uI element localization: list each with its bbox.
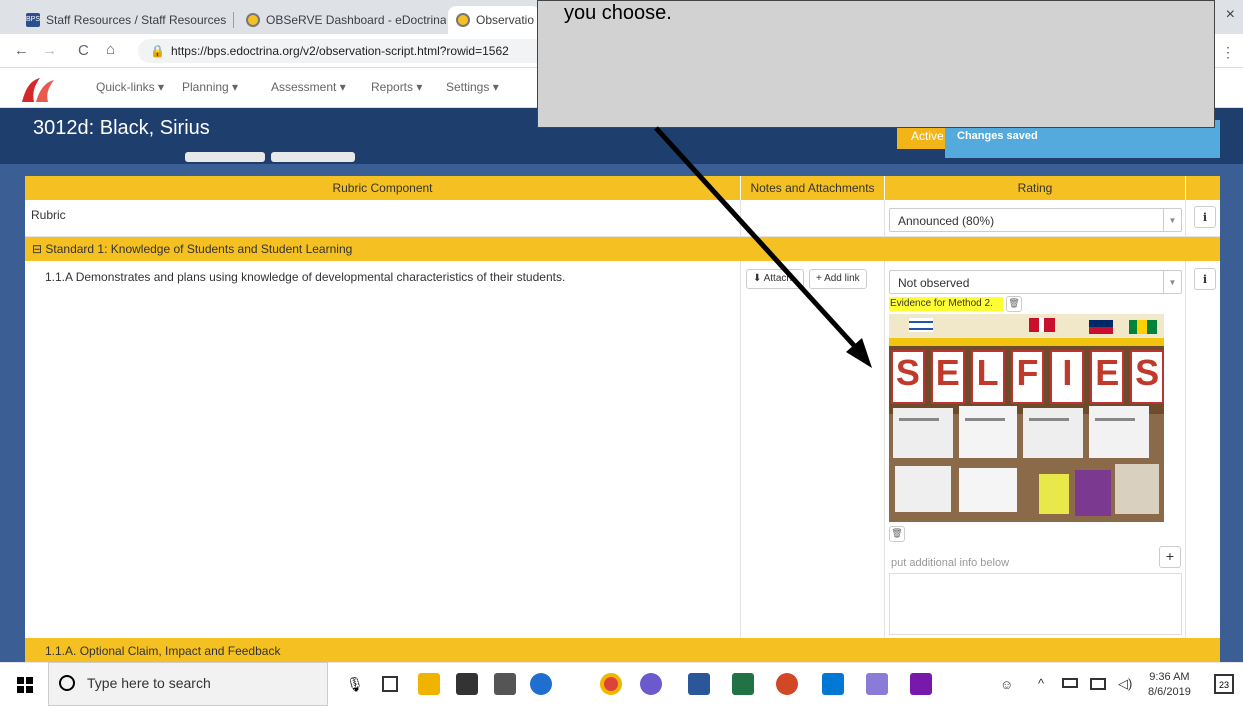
microphone-icon[interactable]: 🎙	[346, 676, 364, 693]
nav-quick-links[interactable]: Quick-links ▾	[96, 80, 164, 94]
chevron-down-icon: ▼	[1163, 209, 1181, 231]
banner-letter: S	[1130, 350, 1164, 404]
nav-planning[interactable]: Planning ▾	[182, 80, 238, 94]
edoctrina-favicon-icon	[456, 13, 470, 27]
trash-icon[interactable]: 🗑	[889, 526, 905, 542]
paint-icon[interactable]	[866, 673, 888, 695]
annotation-callout: you choose.	[537, 0, 1215, 128]
banner-letter: S	[891, 350, 925, 404]
reload-icon[interactable]: C	[78, 42, 89, 59]
onenote-icon[interactable]	[910, 673, 932, 695]
banner-letter: F	[1010, 350, 1045, 404]
network-icon[interactable]	[1090, 678, 1106, 690]
battery-icon[interactable]	[1062, 678, 1078, 688]
powerpoint-icon[interactable]	[776, 673, 798, 695]
info-button[interactable]: i	[1194, 206, 1216, 228]
rubric-label: Rubric	[31, 208, 66, 222]
search-placeholder: Type here to search	[87, 675, 211, 691]
header-button[interactable]	[271, 152, 355, 162]
evidence-label: Evidence for Method 2.	[889, 297, 1003, 311]
window-close-icon[interactable]: ×	[1226, 6, 1235, 24]
edge-icon[interactable]	[530, 673, 552, 695]
header-notes-attachments: Notes and Attachments	[741, 176, 884, 200]
header-rubric-component: Rubric Component	[25, 176, 740, 200]
callout-text: you choose.	[564, 2, 672, 24]
edoctrina-logo-icon[interactable]	[18, 76, 58, 104]
forward-icon[interactable]: →	[42, 42, 57, 59]
banner-letter: L	[970, 350, 1005, 404]
edoctrina-favicon-icon	[246, 13, 260, 27]
nav-reports[interactable]: Reports ▾	[371, 80, 422, 94]
additional-info-textarea[interactable]	[889, 573, 1182, 635]
volume-icon[interactable]: ◁)	[1118, 676, 1132, 692]
rubric-rating-select[interactable]: Announced (80%) ▼	[889, 208, 1182, 232]
selfies-banner: S E L F I E S	[889, 350, 1164, 406]
lock-icon: 🔒	[150, 44, 165, 58]
url-field[interactable]: 🔒 https://bps.edoctrina.org/v2/observatio…	[138, 39, 558, 63]
info-button[interactable]: i	[1194, 268, 1216, 290]
mail-icon[interactable]	[494, 673, 516, 695]
chevron-down-icon: ▼	[1163, 271, 1181, 293]
add-info-plus-button[interactable]: +	[1159, 546, 1181, 568]
header-button[interactable]	[185, 152, 265, 162]
attach-button[interactable]: ⬇ Attach	[746, 269, 804, 289]
additional-info-placeholder: put additional info below	[891, 557, 1010, 569]
taskbar-search-box[interactable]: Type here to search	[48, 662, 328, 706]
windows-start-icon[interactable]	[17, 677, 33, 693]
clock-time: 9:36 AM	[1149, 671, 1190, 683]
excel-icon[interactable]	[732, 673, 754, 695]
banner-letter: E	[930, 350, 965, 404]
bps-favicon-icon: BPS	[26, 13, 40, 27]
nav-settings[interactable]: Settings ▾	[446, 80, 499, 94]
tab-staff-resources[interactable]: BPS Staff Resources / Staff Resources ×	[18, 6, 230, 34]
column-divider	[1185, 200, 1186, 638]
evidence-photo[interactable]: S E L F I E S	[889, 314, 1164, 522]
optional-claim-row[interactable]: 1.1.A. Optional Claim, Impact and Feedba…	[25, 638, 1220, 662]
page-title: 3012d: Black, Sirius	[33, 117, 210, 139]
add-link-button[interactable]: + Add link	[809, 269, 867, 289]
tab-observe-dashboard[interactable]: OBSeRVE Dashboard - eDoctrina ×	[238, 6, 446, 34]
notification-center-icon[interactable]: 23	[1214, 674, 1234, 694]
url-text: https://bps.edoctrina.org/v2/observation…	[170, 44, 509, 58]
back-icon[interactable]: ←	[14, 42, 29, 59]
column-divider	[740, 200, 741, 638]
banner-letter: I	[1050, 350, 1085, 404]
component-description: 1.1.A Demonstrates and plans using knowl…	[45, 270, 566, 284]
chrome-icon[interactable]	[600, 673, 622, 695]
header-rating: Rating	[885, 176, 1185, 200]
column-divider	[884, 200, 885, 638]
header-info	[1186, 176, 1220, 200]
home-icon[interactable]: ⌂	[106, 41, 115, 58]
tab-label: OBSeRVE Dashboard - eDoctrina	[266, 13, 446, 27]
banner-letter: E	[1090, 350, 1125, 404]
browser-menu-icon[interactable]: ⋮	[1221, 44, 1235, 61]
tab-label: Staff Resources / Staff Resources	[46, 13, 227, 27]
trash-icon[interactable]: 🗑	[1006, 296, 1022, 312]
student-worksheets-image	[893, 406, 1159, 516]
select-value: Announced (80%)	[898, 214, 995, 228]
cortana-circle-icon	[59, 675, 75, 691]
file-explorer-icon[interactable]	[418, 673, 440, 695]
app-icon[interactable]	[640, 673, 662, 695]
word-icon[interactable]	[688, 673, 710, 695]
nav-assessment[interactable]: Assessment ▾	[271, 80, 346, 94]
outlook-icon[interactable]	[822, 673, 844, 695]
clock-date: 8/6/2019	[1148, 686, 1191, 698]
tab-observation-active[interactable]: Observatio	[448, 6, 540, 34]
chevron-up-icon[interactable]: ^	[1038, 676, 1044, 691]
people-icon[interactable]: ☺	[1000, 677, 1013, 692]
tab-label: Observatio	[476, 13, 535, 27]
task-view-icon[interactable]	[382, 676, 398, 692]
standard-section-row[interactable]: ⊟ Standard 1: Knowledge of Students and …	[25, 237, 1220, 261]
tab-separator	[233, 12, 234, 28]
component-rating-select[interactable]: Not observed ▼	[889, 270, 1182, 294]
select-value: Not observed	[898, 276, 970, 290]
taskbar-clock[interactable]: 9:36 AM 8/6/2019	[1148, 670, 1191, 700]
store-icon[interactable]	[456, 673, 478, 695]
